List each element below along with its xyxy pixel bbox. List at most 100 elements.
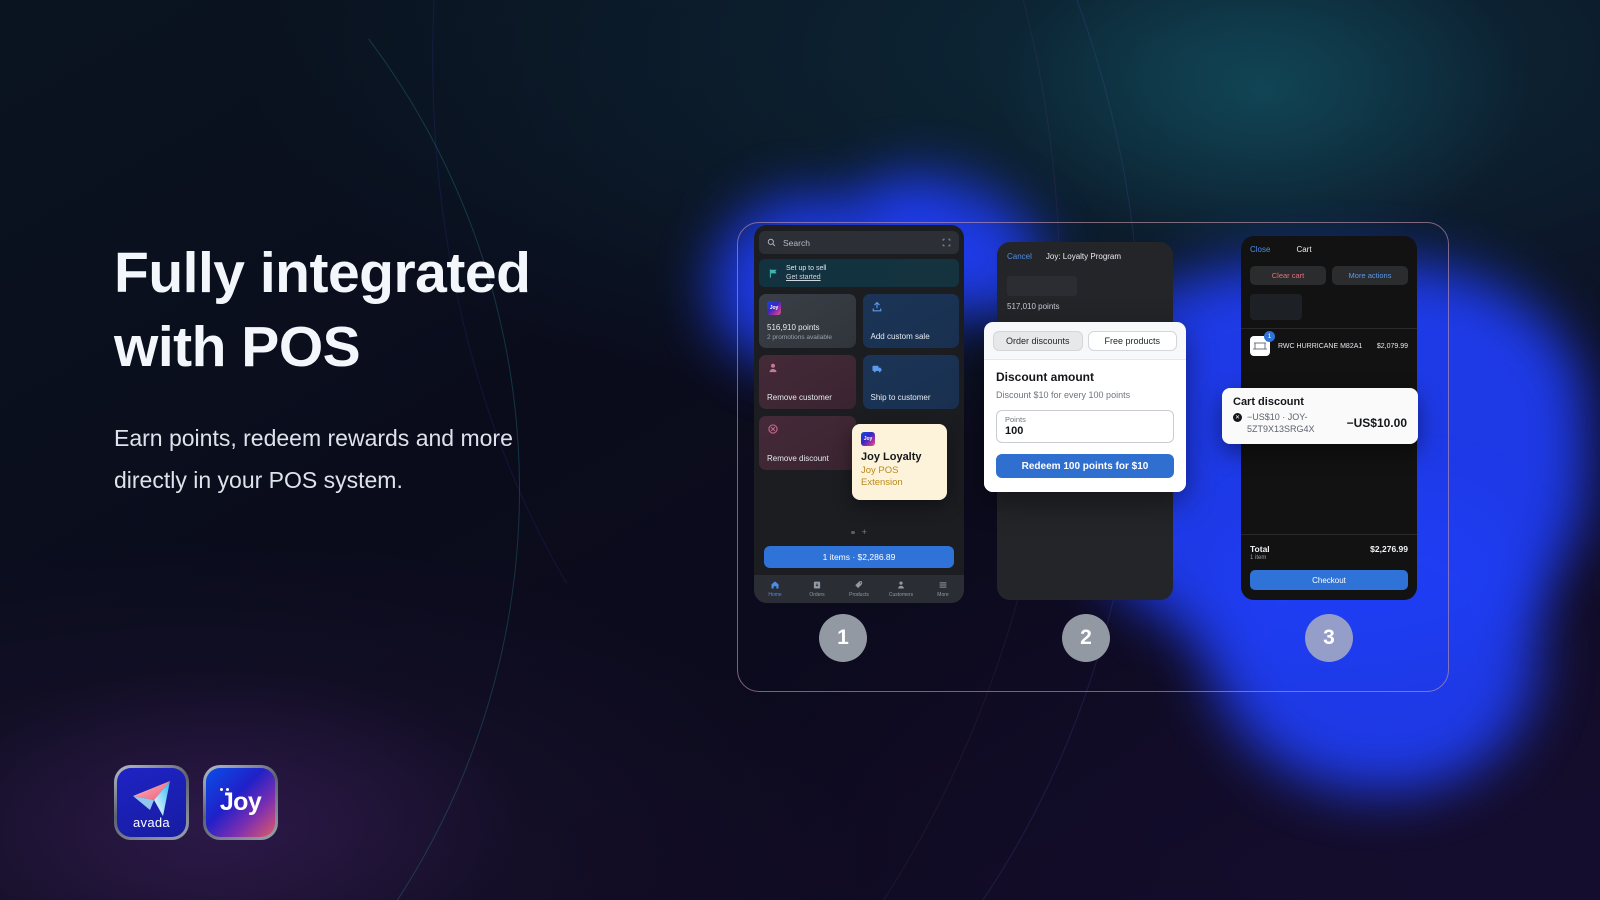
- hero-copy: Fully integrated with POS Earn points, r…: [114, 236, 714, 501]
- setup-to-sell-banner[interactable]: Set up to sell Get started: [759, 259, 959, 287]
- tag-icon: [855, 581, 863, 589]
- total-row: Total 1 item $2,276.99: [1241, 534, 1417, 561]
- tile-label: 516,910 points: [767, 323, 820, 332]
- checkout-button[interactable]: Checkout: [1250, 570, 1408, 590]
- item-name: RWC HURRICANE M82A1: [1278, 342, 1363, 350]
- discount-modal: Order discounts Free products Discount a…: [984, 322, 1186, 492]
- tile-ship-to-customer[interactable]: Ship to customer: [862, 355, 959, 409]
- tab-label: Customers: [888, 592, 914, 598]
- more-actions-button[interactable]: More actions: [1332, 266, 1408, 285]
- cart-discount-amount: −US$10.00: [1346, 416, 1407, 431]
- cart-title: Cart: [1296, 244, 1312, 254]
- points-input-label: Points: [1005, 415, 1026, 424]
- person-icon: [769, 363, 777, 373]
- cart-placeholder-block: [1250, 294, 1302, 320]
- flag-icon: [769, 268, 777, 278]
- item-price: $2,079.99: [1376, 342, 1408, 350]
- step-badge-1: 1: [819, 614, 867, 662]
- brand-logos: avada Joy: [114, 765, 278, 840]
- discount-heading: Discount amount: [996, 370, 1094, 384]
- joy-loyalty-tooltip: Joy Joy Loyalty Joy POS Extension: [852, 424, 947, 500]
- cart-discount-title: Cart discount: [1233, 396, 1304, 408]
- tile-sublabel: 2 promotions available: [767, 334, 833, 341]
- upload-icon: [872, 301, 881, 312]
- joy-tooltip-title: Joy Loyalty: [861, 451, 922, 463]
- cart-line-item[interactable]: 1 RWC HURRICANE M82A1 $2,079.99: [1241, 328, 1417, 363]
- bottom-tab-bar: Home Orders Products Customers More: [754, 575, 964, 603]
- page-title: Fully integrated with POS: [114, 236, 714, 384]
- tab-more[interactable]: More: [922, 580, 964, 598]
- step-badge-3: 3: [1305, 614, 1353, 662]
- remove-discount-icon[interactable]: ✕: [1233, 413, 1242, 422]
- joy-dots-icon: [220, 788, 229, 791]
- joy-logo: Joy: [203, 765, 278, 840]
- tile-add-custom-sale[interactable]: Add custom sale: [862, 294, 959, 348]
- tab-free-products[interactable]: Free products: [1087, 331, 1177, 351]
- close-button[interactable]: Close: [1250, 245, 1270, 254]
- total-value: $2,276.99: [1370, 544, 1408, 554]
- cart-discount-callout: Cart discount ✕ −US$10 · JOY-5ZT9X13SRG4…: [1222, 388, 1418, 445]
- points-input[interactable]: Points 100: [996, 410, 1174, 443]
- tab-orders[interactable]: Orders: [796, 580, 838, 598]
- home-icon: [771, 581, 779, 589]
- pos-showcase: Search Set up to sell Get started Joy 51…: [712, 163, 1587, 792]
- item-quantity-badge: 1: [1264, 331, 1275, 342]
- tile-label: Ship to customer: [870, 393, 931, 402]
- points-input-value: 100: [1005, 425, 1024, 437]
- clear-cart-button[interactable]: Clear cart: [1250, 266, 1326, 285]
- tile-label: Add custom sale: [870, 332, 930, 341]
- points-placeholder-block: [1007, 276, 1077, 296]
- discount-off-icon: [768, 424, 778, 434]
- menu-icon: [939, 582, 947, 588]
- setup-title: Set up to sell: [786, 264, 827, 272]
- search-icon: [767, 238, 776, 247]
- tab-label: Products: [849, 592, 869, 598]
- tab-products[interactable]: Products: [838, 580, 880, 598]
- scan-icon[interactable]: [942, 238, 951, 247]
- headline-line-2: with POS: [114, 315, 361, 380]
- cart-discount-detail: −US$10 · JOY-5ZT9X13SRG4X: [1247, 412, 1315, 435]
- tile-label: Remove customer: [767, 393, 832, 402]
- joy-wordmark: Joy: [219, 788, 262, 816]
- orders-icon: [813, 581, 821, 589]
- person-icon: [898, 581, 904, 589]
- modal-tabs: Order discounts Free products: [984, 322, 1186, 359]
- redeem-button[interactable]: Redeem 100 points for $10: [996, 454, 1174, 478]
- joy-tooltip-subtitle: Joy POS Extension: [861, 465, 903, 489]
- tab-label: Home: [768, 592, 782, 598]
- total-item-count: 1 item: [1250, 555, 1267, 561]
- search-placeholder: Search: [783, 237, 810, 248]
- tab-order-discounts[interactable]: Order discounts: [993, 331, 1083, 351]
- setup-link[interactable]: Get started: [786, 273, 826, 282]
- pos-home-panel: Search Set up to sell Get started Joy 51…: [754, 225, 964, 603]
- total-label: Total: [1250, 544, 1270, 554]
- avada-logo: avada: [114, 765, 189, 840]
- subtitle-line-1: Earn points, redeem rewards and more: [114, 425, 513, 452]
- joy-app-icon: Joy: [861, 432, 875, 446]
- tile-label: Remove discount: [767, 454, 829, 463]
- tile-points[interactable]: Joy 516,910 points 2 promotions availabl…: [759, 294, 856, 348]
- shipping-icon: [872, 365, 881, 373]
- tab-customers[interactable]: Customers: [880, 580, 922, 598]
- cancel-button[interactable]: Cancel: [1007, 252, 1032, 261]
- cart-summary-button[interactable]: 1 items · $2,286.89: [764, 546, 954, 568]
- tab-label: More: [937, 592, 949, 598]
- joy-app-icon: Joy: [767, 301, 781, 315]
- tile-remove-customer[interactable]: Remove customer: [759, 355, 856, 409]
- discount-description: Discount $10 for every 100 points: [996, 390, 1131, 400]
- product-thumbnail: 1: [1250, 331, 1275, 356]
- tab-home[interactable]: Home: [754, 580, 796, 598]
- step-indicators: 1 2 3: [737, 614, 1449, 664]
- avada-arrow-icon: [132, 781, 170, 816]
- headline-line-1: Fully integrated: [114, 241, 531, 305]
- tab-label: Orders: [809, 592, 825, 598]
- hero-subtitle: Earn points, redeem rewards and more dir…: [114, 418, 714, 501]
- step-badge-2: 2: [1062, 614, 1110, 662]
- tile-remove-discount[interactable]: Remove discount: [759, 416, 856, 470]
- points-balance: 517,010 points: [1007, 302, 1060, 311]
- subtitle-line-2: directly in your POS system.: [114, 466, 403, 493]
- search-input[interactable]: Search: [759, 231, 959, 254]
- tile-pager[interactable]: +: [759, 528, 959, 546]
- loyalty-screen-title: Joy: Loyalty Program: [1045, 251, 1122, 261]
- avada-wordmark: avada: [133, 815, 170, 830]
